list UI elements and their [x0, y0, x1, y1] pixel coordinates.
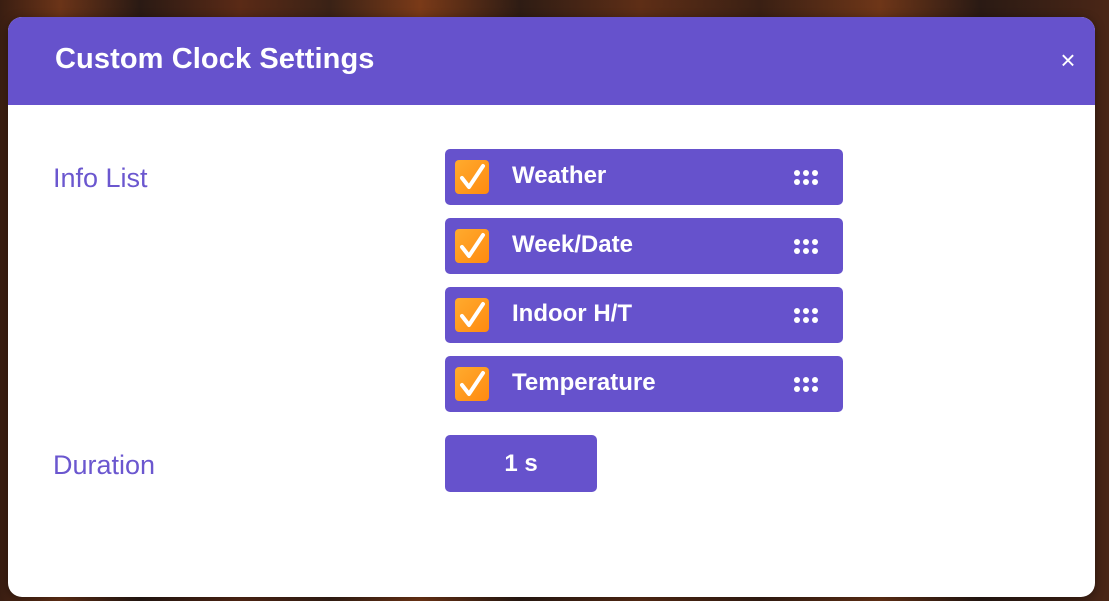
checkmark-icon	[460, 164, 485, 189]
dialog-title: Custom Clock Settings	[55, 43, 375, 75]
checkbox-week-date[interactable]	[455, 229, 489, 263]
checkbox-temperature[interactable]	[455, 367, 489, 401]
checkbox-indoor-ht[interactable]	[455, 298, 489, 332]
info-item-week-date[interactable]: Week/Date	[445, 218, 843, 274]
info-list-label: Info List	[53, 163, 148, 193]
checkmark-icon	[460, 302, 485, 327]
duration-selector[interactable]: 1 s	[445, 435, 597, 492]
custom-clock-settings-dialog: Custom Clock Settings × Info List Weathe…	[8, 17, 1095, 597]
info-item-indoor-ht[interactable]: Indoor H/T	[445, 287, 843, 343]
checkmark-icon	[460, 371, 485, 396]
checkmark-icon	[460, 233, 485, 258]
drag-handle-icon[interactable]	[793, 307, 823, 325]
info-item-weather[interactable]: Weather	[445, 149, 843, 205]
drag-handle-icon[interactable]	[793, 238, 823, 256]
info-list: Weather Week/Date Indoor H/T Temperature	[445, 149, 843, 425]
info-item-label: Week/Date	[512, 231, 633, 258]
drag-handle-icon[interactable]	[793, 376, 823, 394]
info-item-label: Temperature	[512, 369, 656, 396]
close-icon[interactable]: ×	[1053, 45, 1083, 75]
info-item-temperature[interactable]: Temperature	[445, 356, 843, 412]
info-item-label: Weather	[512, 162, 607, 189]
duration-label: Duration	[53, 450, 156, 480]
dialog-header: Custom Clock Settings ×	[8, 17, 1095, 105]
drag-handle-icon[interactable]	[793, 169, 823, 187]
info-item-label: Indoor H/T	[512, 300, 632, 327]
checkbox-weather[interactable]	[455, 160, 489, 194]
